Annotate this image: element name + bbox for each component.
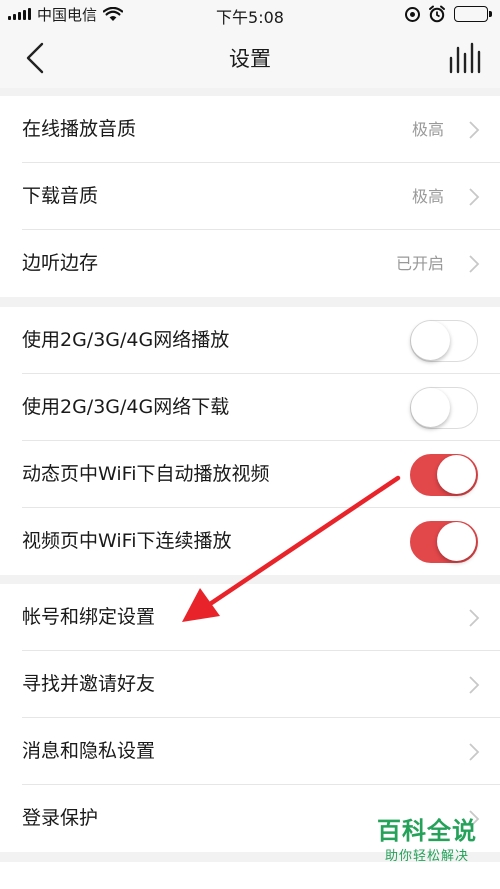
toggle-knob: [411, 388, 450, 427]
settings-group-quality: 在线播放音质 极高 下载音质 极高 边听边存 已开启: [0, 96, 500, 297]
status-bar: 中国电信 下午5:08: [0, 0, 500, 28]
cellular-download-toggle[interactable]: [410, 387, 478, 429]
orientation-lock-icon: [405, 6, 420, 22]
row-value: 极高: [411, 120, 444, 139]
watermark-title: 百科全说: [377, 817, 477, 845]
row-label: 视频页中WiFi下连续播放: [22, 530, 232, 552]
chevron-right-icon: [469, 609, 480, 627]
continuous-play-toggle[interactable]: [410, 521, 478, 563]
row-invite-friends[interactable]: 寻找并邀请好友: [0, 651, 500, 718]
row-download-quality[interactable]: 下载音质 极高: [0, 163, 500, 230]
equalizer-icon[interactable]: [448, 40, 484, 76]
settings-group-account: 帐号和绑定设置 寻找并邀请好友 消息和隐私设置 登录保护: [0, 584, 500, 852]
row-continuous-play: 视频页中WiFi下连续播放: [0, 508, 500, 575]
autoplay-video-toggle[interactable]: [410, 454, 478, 496]
row-label: 帐号和绑定设置: [22, 606, 156, 628]
chevron-right-icon: [469, 743, 480, 761]
row-autoplay-video: 动态页中WiFi下自动播放视频: [0, 441, 500, 508]
watermark-subtitle: 助你轻松解决: [384, 849, 469, 864]
alarm-icon: [429, 5, 445, 23]
row-cellular-play: 使用2G/3G/4G网络播放: [0, 307, 500, 374]
row-value: 极高: [411, 187, 444, 206]
toggle-knob: [437, 522, 476, 561]
row-label: 消息和隐私设置: [22, 740, 156, 762]
row-label: 登录保护: [22, 807, 99, 829]
watermark-logo: 百科全说 助你轻松解决: [364, 815, 490, 875]
chevron-right-icon: [469, 188, 480, 206]
nav-bar: 设置: [0, 28, 500, 88]
row-label: 使用2G/3G/4G网络播放: [22, 329, 230, 351]
chevron-right-icon: [469, 255, 480, 273]
battery-icon: [454, 6, 492, 22]
row-label: 边听边存: [22, 252, 99, 274]
page-title: 设置: [229, 47, 271, 71]
row-label: 下载音质: [22, 185, 99, 207]
row-label: 寻找并邀请好友: [22, 673, 156, 695]
row-account-binding[interactable]: 帐号和绑定设置: [0, 584, 500, 651]
row-listen-and-save[interactable]: 边听边存 已开启: [0, 230, 500, 297]
cellular-play-toggle[interactable]: [410, 320, 478, 362]
chevron-right-icon: [469, 121, 480, 139]
toggle-knob: [437, 455, 476, 494]
row-cellular-download: 使用2G/3G/4G网络下载: [0, 374, 500, 441]
row-online-quality[interactable]: 在线播放音质 极高: [0, 96, 500, 163]
chevron-right-icon: [469, 676, 480, 694]
row-label: 在线播放音质: [22, 118, 137, 140]
row-value: 已开启: [395, 254, 444, 273]
toggle-knob: [411, 321, 450, 360]
row-label: 动态页中WiFi下自动播放视频: [22, 463, 270, 485]
settings-group-network: 使用2G/3G/4G网络播放 使用2G/3G/4G网络下载 动态页中WiFi下自…: [0, 307, 500, 575]
status-right: [405, 5, 492, 23]
row-label: 使用2G/3G/4G网络下载: [22, 396, 230, 418]
row-message-privacy[interactable]: 消息和隐私设置: [0, 718, 500, 785]
